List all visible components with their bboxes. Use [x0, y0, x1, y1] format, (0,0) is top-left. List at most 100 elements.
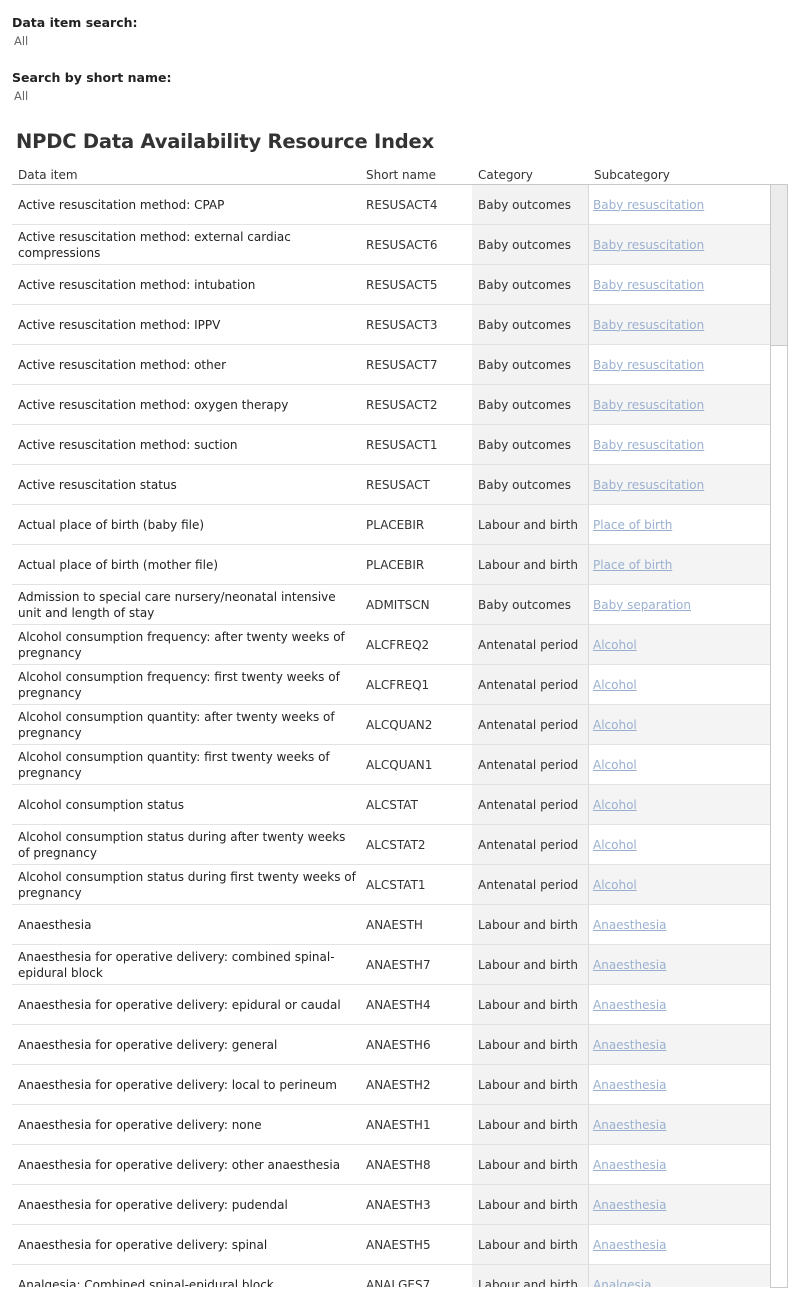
subcategory-link[interactable]: Anaesthesia — [593, 1198, 666, 1212]
table-row[interactable]: Anaesthesia for operative delivery: othe… — [12, 1145, 770, 1185]
data-item-text: Anaesthesia for operative delivery: comb… — [18, 949, 335, 980]
table-row[interactable]: Active resuscitation method: oxygen ther… — [12, 385, 770, 425]
subcategory-link[interactable]: Baby resuscitation — [593, 398, 704, 412]
table-row[interactable]: Active resuscitation method: IPPV RESUSAC… — [12, 305, 770, 345]
cell-short-name: ANALGES7 — [366, 1265, 472, 1288]
subcategory-link[interactable]: Baby resuscitation — [593, 278, 704, 292]
short-name-text: RESUSACT1 — [366, 437, 438, 452]
table-row[interactable]: Actual place of birth (mother file) PLACE… — [12, 545, 770, 585]
table-row[interactable]: Active resuscitation method: suction RESU… — [12, 425, 770, 465]
data-item-text: Active resuscitation method: IPPV — [18, 317, 221, 332]
category-text: Antenatal period — [478, 757, 579, 772]
cell-data-item: Anaesthesia for operative delivery: gene… — [18, 1025, 360, 1064]
short-name-text: ADMITSCN — [366, 597, 430, 612]
data-item-text: Actual place of birth (baby file) — [18, 517, 205, 532]
cell-short-name: ANAESTH2 — [366, 1065, 472, 1104]
subcategory-link[interactable]: Baby resuscitation — [593, 198, 704, 212]
cell-data-item: Active resuscitation method: external ca… — [18, 225, 360, 264]
column-header-subcategory[interactable]: Subcategory — [594, 168, 670, 182]
cell-data-item: Alcohol consumption quantity: after twen… — [18, 705, 360, 744]
cell-subcategory: Baby resuscitation — [588, 265, 770, 304]
subcategory-link[interactable]: Alcohol — [593, 838, 637, 852]
cell-category: Baby outcomes — [472, 225, 588, 264]
table-row[interactable]: Anaesthesia for operative delivery: comb… — [12, 945, 770, 985]
column-header-data-item[interactable]: Data item — [18, 168, 78, 182]
category-text: Labour and birth — [478, 517, 578, 532]
subcategory-link[interactable]: Baby resuscitation — [593, 478, 704, 492]
cell-category: Antenatal period — [472, 705, 588, 744]
table-row[interactable]: Active resuscitation method: other RESUSA… — [12, 345, 770, 385]
table-row[interactable]: Alcohol consumption quantity: first twen… — [12, 745, 770, 785]
table-row[interactable]: Alcohol consumption frequency: first twe… — [12, 665, 770, 705]
data-item-text: Anaesthesia — [18, 917, 92, 932]
subcategory-link[interactable]: Place of birth — [593, 558, 672, 572]
column-header-short-name[interactable]: Short name — [366, 168, 436, 182]
subcategory-link[interactable]: Alcohol — [593, 878, 637, 892]
cell-short-name: ANAESTH1 — [366, 1105, 472, 1144]
table-row[interactable]: Alcohol consumption status during first … — [12, 865, 770, 905]
table-row[interactable]: Actual place of birth (baby file) PLACEBI… — [12, 505, 770, 545]
table-row[interactable]: Anaesthesia for operative delivery: none… — [12, 1105, 770, 1145]
table-row[interactable]: Active resuscitation method: external ca… — [12, 225, 770, 265]
table-row[interactable]: Active resuscitation method: intubation R… — [12, 265, 770, 305]
subcategory-link[interactable]: Alcohol — [593, 638, 637, 652]
table-row[interactable]: Analgesia: Combined spinal-epidural bloc… — [12, 1265, 770, 1287]
table-row[interactable]: Anaesthesia for operative delivery: spin… — [12, 1225, 770, 1265]
scrollbar-thumb[interactable] — [771, 185, 787, 346]
subcategory-link[interactable]: Anaesthesia — [593, 998, 666, 1012]
short-name-text: RESUSACT — [366, 477, 430, 492]
table-row[interactable]: Anaesthesia for operative delivery: epid… — [12, 985, 770, 1025]
cell-subcategory: Baby resuscitation — [588, 225, 770, 264]
cell-category: Baby outcomes — [472, 305, 588, 344]
table-row[interactable]: Alcohol consumption status during after … — [12, 825, 770, 865]
subcategory-link[interactable]: Place of birth — [593, 518, 672, 532]
subcategory-link[interactable]: Baby resuscitation — [593, 438, 704, 452]
filter-dropdown[interactable]: All — [14, 88, 171, 104]
subcategory-link[interactable]: Anaesthesia — [593, 918, 666, 932]
table-row[interactable]: Alcohol consumption quantity: after twen… — [12, 705, 770, 745]
subcategory-link[interactable]: Baby resuscitation — [593, 358, 704, 372]
subcategory-link[interactable]: Anaesthesia — [593, 1118, 666, 1132]
table-row[interactable]: Anaesthesia for operative delivery: pude… — [12, 1185, 770, 1225]
subcategory-link[interactable]: Baby resuscitation — [593, 318, 704, 332]
cell-category: Baby outcomes — [472, 425, 588, 464]
table-row[interactable]: Anaesthesia ANAESTH Labour and birth Anaest… — [12, 905, 770, 945]
cell-subcategory: Alcohol — [588, 785, 770, 824]
subcategory-link[interactable]: Baby separation — [593, 598, 691, 612]
table-row[interactable]: Anaesthesia for operative delivery: gene… — [12, 1025, 770, 1065]
cell-data-item: Active resuscitation method: intubation — [18, 265, 360, 304]
table-row[interactable]: Active resuscitation method: CPAP RESUSAC… — [12, 185, 770, 225]
subcategory-link[interactable]: Anaesthesia — [593, 958, 666, 972]
subcategory-link[interactable]: Analgesia — [593, 1278, 651, 1288]
subcategory-link[interactable]: Baby resuscitation — [593, 238, 704, 252]
subcategory-link[interactable]: Anaesthesia — [593, 1078, 666, 1092]
table-row[interactable]: Alcohol consumption frequency: after twe… — [12, 625, 770, 665]
cell-short-name: RESUSACT2 — [366, 385, 472, 424]
subcategory-link[interactable]: Anaesthesia — [593, 1158, 666, 1172]
subcategory-link[interactable]: Alcohol — [593, 758, 637, 772]
category-text: Labour and birth — [478, 917, 578, 932]
subcategory-link[interactable]: Alcohol — [593, 798, 637, 812]
cell-category: Labour and birth — [472, 985, 588, 1024]
category-text: Baby outcomes — [478, 597, 572, 612]
subcategory-link[interactable]: Anaesthesia — [593, 1238, 666, 1252]
filter-dropdown[interactable]: All — [14, 33, 138, 49]
table-row[interactable]: Alcohol consumption status ALCSTAT Antenat… — [12, 785, 770, 825]
subcategory-link[interactable]: Alcohol — [593, 718, 637, 732]
table-row[interactable]: Active resuscitation status RESUSACT Baby … — [12, 465, 770, 505]
subcategory-link[interactable]: Alcohol — [593, 678, 637, 692]
cell-data-item: Anaesthesia for operative delivery: comb… — [18, 945, 360, 984]
subcategory-link[interactable]: Anaesthesia — [593, 1038, 666, 1052]
data-item-text: Anaesthesia for operative delivery: othe… — [18, 1157, 341, 1172]
short-name-text: ALCQUAN2 — [366, 717, 433, 732]
cell-short-name: ANAESTH — [366, 905, 472, 944]
category-text: Antenatal period — [478, 637, 579, 652]
data-item-text: Anaesthesia for operative delivery: loca… — [18, 1077, 337, 1092]
table-row[interactable]: Admission to special care nursery/neonat… — [12, 585, 770, 625]
table-row[interactable]: Anaesthesia for operative delivery: loca… — [12, 1065, 770, 1105]
vertical-scrollbar[interactable] — [770, 184, 788, 1288]
category-text: Baby outcomes — [478, 397, 572, 412]
cell-short-name: RESUSACT3 — [366, 305, 472, 344]
category-text: Baby outcomes — [478, 477, 572, 492]
column-header-category[interactable]: Category — [478, 168, 533, 182]
